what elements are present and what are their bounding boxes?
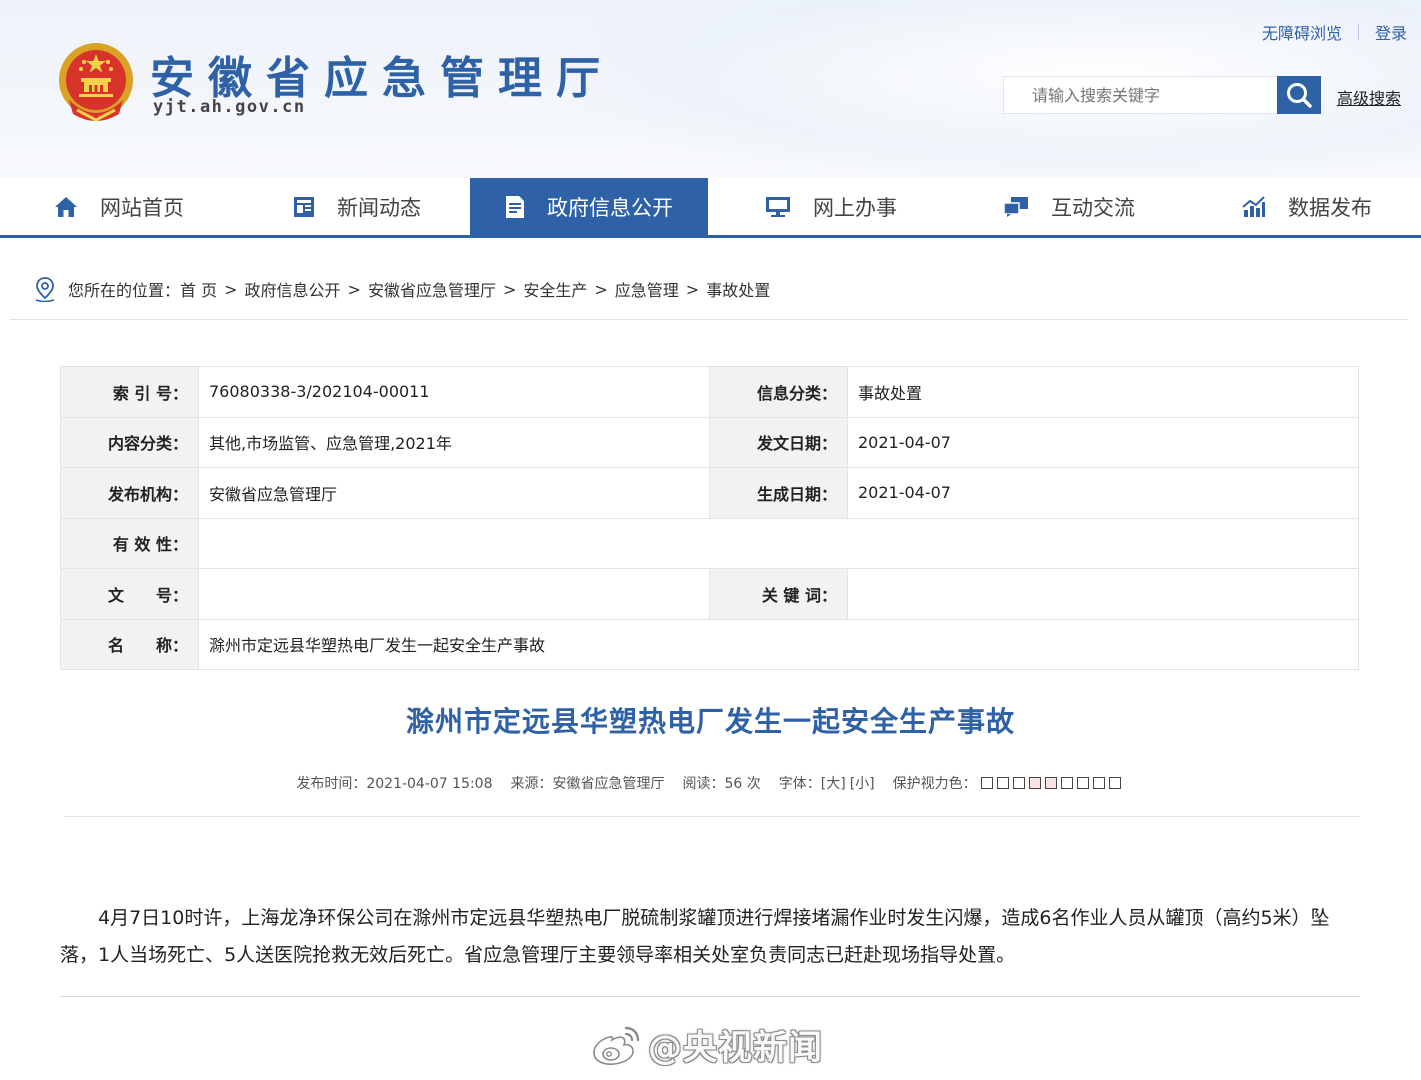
body-divider xyxy=(60,996,1360,997)
breadcrumb-item-accident[interactable]: 事故处置 xyxy=(706,277,770,301)
table-row: 发布机构： 安徽省应急管理厅 生成日期： 2021-04-07 xyxy=(60,467,1359,519)
nav-item-interaction[interactable]: 互动交流 xyxy=(950,178,1188,235)
breadcrumb-separator: > xyxy=(685,279,700,299)
meta-value-validity xyxy=(198,518,1359,569)
eye-color-swatch[interactable] xyxy=(1028,777,1041,789)
document-icon xyxy=(505,195,525,219)
meta-value-created-date: 2021-04-07 xyxy=(847,467,1359,519)
breadcrumb-item-home[interactable]: 首 页 xyxy=(180,277,217,301)
eye-color-swatch[interactable] xyxy=(1012,777,1025,789)
watermark: @央视新闻 xyxy=(590,1020,823,1069)
breadcrumb-item-emergency[interactable]: 应急管理 xyxy=(615,277,679,301)
national-emblem-icon xyxy=(59,43,133,122)
meta-label: 文 号： xyxy=(60,568,199,620)
chat-icon xyxy=(1003,196,1029,218)
eye-color-swatch[interactable] xyxy=(980,777,993,789)
breadcrumb-prefix: 您所在的位置： xyxy=(68,281,181,300)
document-meta-table: 索 引 号： 76080338-3/202104-00011 信息分类： 事故处… xyxy=(60,366,1359,670)
search-box xyxy=(1003,76,1277,114)
meta-value-content-category: 其他,市场监管、应急管理,2021年 xyxy=(198,417,710,468)
table-row: 名 称： 滁州市定远县华塑热电厂发生一起安全生产事故 xyxy=(60,619,1359,670)
eye-color-swatch[interactable] xyxy=(1092,777,1105,789)
table-row: 文 号： 关 键 词： xyxy=(60,568,1359,620)
location-pin-icon xyxy=(34,276,56,302)
meta-value-info-category: 事故处置 xyxy=(847,366,1359,418)
eye-color-swatches xyxy=(980,777,1125,789)
monitor-icon xyxy=(765,196,791,218)
meta-value-name: 滁州市定远县华塑热电厂发生一起安全生产事故 xyxy=(198,619,1359,670)
nav-item-home[interactable]: 网站首页 xyxy=(0,178,238,235)
meta-value-index-no: 76080338-3/202104-00011 xyxy=(198,366,710,418)
meta-label: 索 引 号： xyxy=(60,366,199,418)
info-divider xyxy=(64,816,1360,817)
table-row: 有 效 性： xyxy=(60,518,1359,569)
search-input[interactable] xyxy=(1004,77,1277,113)
home-icon xyxy=(54,196,78,218)
breadcrumb-item-department[interactable]: 安徽省应急管理厅 xyxy=(368,277,496,301)
nav-item-label: 政府信息公开 xyxy=(547,195,673,220)
breadcrumb: 您所在的位置： 首 页 > 政府信息公开 > 安徽省应急管理厅 > 安全生产 >… xyxy=(34,276,770,302)
breadcrumb-item-gov-info[interactable]: 政府信息公开 xyxy=(245,277,341,301)
nav-item-label: 网站首页 xyxy=(100,195,184,220)
eye-color-label: 保护视力色： xyxy=(892,776,977,792)
nav-item-news[interactable]: 新闻动态 xyxy=(238,178,476,235)
read-count: 阅读：56 次 xyxy=(682,776,761,792)
breadcrumb-bar: 您所在的位置： 首 页 > 政府信息公开 > 安徽省应急管理厅 > 安全生产 >… xyxy=(10,262,1408,320)
article-title: 滁州市定远县华塑热电厂发生一起安全生产事故 xyxy=(405,705,1015,738)
eye-color-swatch[interactable] xyxy=(1076,777,1089,789)
site-header: 安徽省应急管理厅 yjt.ah.gov.cn 无障碍浏览 登录 高级搜索 xyxy=(0,0,1421,178)
meta-label: 名 称： xyxy=(60,619,199,670)
meta-value-doc-no xyxy=(198,568,710,620)
article-info-bar: 发布时间：2021-04-07 15:08 来源：安徽省应急管理厅 阅读：56 … xyxy=(0,773,1421,793)
publish-time: 发布时间：2021-04-07 15:08 xyxy=(296,776,493,792)
main-nav: 网站首页 新闻动态 政府信息公开 网上办事 互动交流 数据发布 xyxy=(0,178,1421,238)
meta-label: 关 键 词： xyxy=(709,568,848,620)
article-source: 来源：安徽省应急管理厅 xyxy=(510,776,665,792)
meta-label: 有 效 性： xyxy=(60,518,199,569)
breadcrumb-separator: > xyxy=(224,279,238,299)
nav-item-gov-info[interactable]: 政府信息公开 xyxy=(470,178,708,235)
eye-color-swatch[interactable] xyxy=(996,777,1009,789)
watermark-text: @央视新闻 xyxy=(648,1028,823,1068)
search-button[interactable] xyxy=(1277,76,1321,114)
font-large-link[interactable]: [大] xyxy=(821,773,846,793)
font-size-label: 字体： xyxy=(778,776,821,792)
meta-label: 发布机构： xyxy=(60,467,199,519)
top-links-divider xyxy=(1357,24,1359,40)
site-domain: yjt.ah.gov.cn xyxy=(153,97,306,117)
top-links: 无障碍浏览 登录 xyxy=(1262,20,1407,44)
meta-value-issue-date: 2021-04-07 xyxy=(847,417,1359,468)
eye-color-swatch[interactable] xyxy=(1044,777,1057,789)
nav-item-data-release[interactable]: 数据发布 xyxy=(1188,178,1421,235)
nav-item-label: 数据发布 xyxy=(1288,195,1372,220)
article-body: 4月7日10时许，上海龙净环保公司在滁州市定远县华塑热电厂脱硫制浆罐顶进行焊接堵… xyxy=(60,907,1330,966)
breadcrumb-separator: > xyxy=(502,279,517,299)
news-icon xyxy=(293,196,315,218)
meta-label: 发文日期： xyxy=(709,417,848,468)
chart-icon xyxy=(1242,195,1266,218)
search-icon xyxy=(1287,83,1312,108)
meta-label: 生成日期： xyxy=(709,467,848,519)
nav-item-online-service[interactable]: 网上办事 xyxy=(712,178,950,235)
breadcrumb-item-safety[interactable]: 安全生产 xyxy=(523,277,587,301)
accessible-browse-link[interactable]: 无障碍浏览 xyxy=(1262,20,1342,44)
meta-value-publisher: 安徽省应急管理厅 xyxy=(198,467,710,519)
nav-item-label: 网上办事 xyxy=(813,195,897,220)
table-row: 索 引 号： 76080338-3/202104-00011 信息分类： 事故处… xyxy=(60,366,1359,418)
meta-label: 信息分类： xyxy=(709,366,848,418)
meta-label: 内容分类： xyxy=(60,417,199,468)
eye-color-swatch[interactable] xyxy=(1060,777,1073,789)
table-row: 内容分类： 其他,市场监管、应急管理,2021年 发文日期： 2021-04-0… xyxy=(60,417,1359,468)
breadcrumb-separator: > xyxy=(347,279,361,299)
weibo-icon xyxy=(593,1026,640,1065)
nav-item-label: 新闻动态 xyxy=(337,195,421,220)
login-link[interactable]: 登录 xyxy=(1375,20,1407,44)
font-small-link[interactable]: [小] xyxy=(850,773,875,793)
eye-color-swatch[interactable] xyxy=(1108,777,1121,789)
nav-item-label: 互动交流 xyxy=(1051,195,1135,220)
advanced-search-link[interactable]: 高级搜索 xyxy=(1337,85,1401,109)
breadcrumb-separator: > xyxy=(594,279,608,299)
meta-value-keywords xyxy=(847,568,1359,620)
